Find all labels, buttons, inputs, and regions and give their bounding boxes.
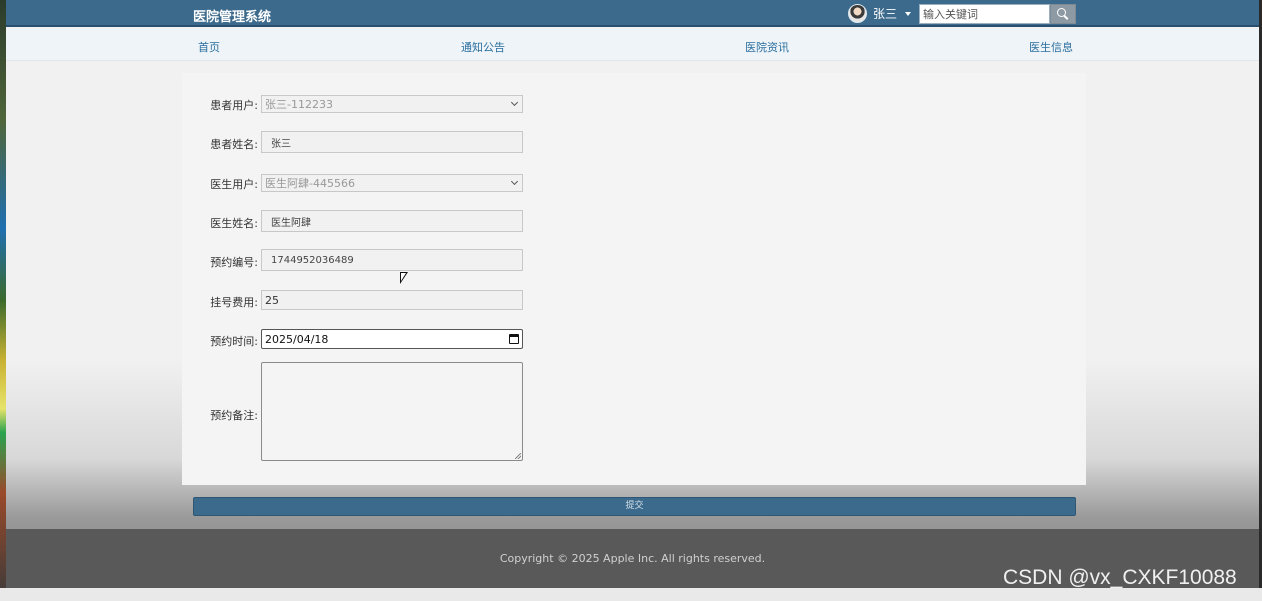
main-nav: 首页 通知公告 医院资讯 医生信息 [6,29,1259,61]
doctor-name-field[interactable]: 医生阿肆 [261,210,523,232]
field-value: 1744952036489 [271,254,354,266]
patient-user-select[interactable]: 张三-112233 [261,95,523,113]
user-name[interactable]: 张三 [873,5,897,22]
field-value: 医生阿肆 [271,217,311,229]
doctor-user-select[interactable]: 医生阿肆-445566 [261,174,523,192]
field-label: 挂号费用: [210,296,258,309]
date-value: 2025/04/18 [265,332,329,346]
user-menu[interactable]: 张三 [848,3,912,24]
field-label: 预约时间: [210,335,258,348]
select-value: 医生阿肆-445566 [265,177,355,190]
copyright-text: Copyright © 2025 Apple Inc. All rights r… [499,552,766,565]
nav-item-notices[interactable]: 通知公告 [461,39,505,55]
search-icon [1057,8,1069,20]
field-label: 医生用户: [210,178,258,191]
calendar-icon[interactable] [509,334,519,344]
field-label: 患者用户: [210,99,258,112]
nav-item-home[interactable]: 首页 [198,39,220,55]
field-label: 预约编号: [210,256,258,269]
patient-name-field[interactable]: 张三 [261,131,523,153]
top-header: 医院管理系统 张三 [6,0,1259,27]
appointment-number-field[interactable]: 1744952036489 [261,249,523,271]
resize-handle-icon[interactable] [515,453,521,459]
appointment-date-input[interactable]: 2025/04/18 [261,329,523,349]
nav-item-doctors[interactable]: 医生信息 [1029,39,1073,55]
field-label: 医生姓名: [210,217,258,230]
registration-fee-field[interactable]: 25 [261,290,523,310]
mouse-cursor-icon [400,272,408,284]
chevron-down-icon [510,98,519,107]
appointment-notes-textarea[interactable] [261,362,523,461]
field-value: 25 [265,293,279,307]
field-value: 张三 [271,138,291,150]
user-avatar[interactable] [848,4,867,23]
site-brand[interactable]: 医院管理系统 [193,6,271,25]
chevron-down-icon [510,177,519,186]
csdn-watermark: CSDN @vx_CXKF10088 [1003,566,1237,589]
browser-page: 医院管理系统 张三 首页 通知公告 医院资讯 医生信息 患者用户: 张三-112… [6,0,1259,588]
search-input[interactable] [919,4,1050,24]
submit-button[interactable]: 提交 [193,497,1076,516]
caret-down-icon[interactable] [905,11,912,16]
appointment-form: 患者用户: 张三-112233 患者姓名: 张三 医生用户: 医生阿肆-4455… [182,73,1086,485]
select-value: 张三-112233 [265,98,333,111]
search-button[interactable] [1050,4,1076,24]
nav-item-news[interactable]: 医院资讯 [745,39,789,55]
field-label: 患者姓名: [210,138,258,151]
field-label: 预约备注: [210,409,258,422]
